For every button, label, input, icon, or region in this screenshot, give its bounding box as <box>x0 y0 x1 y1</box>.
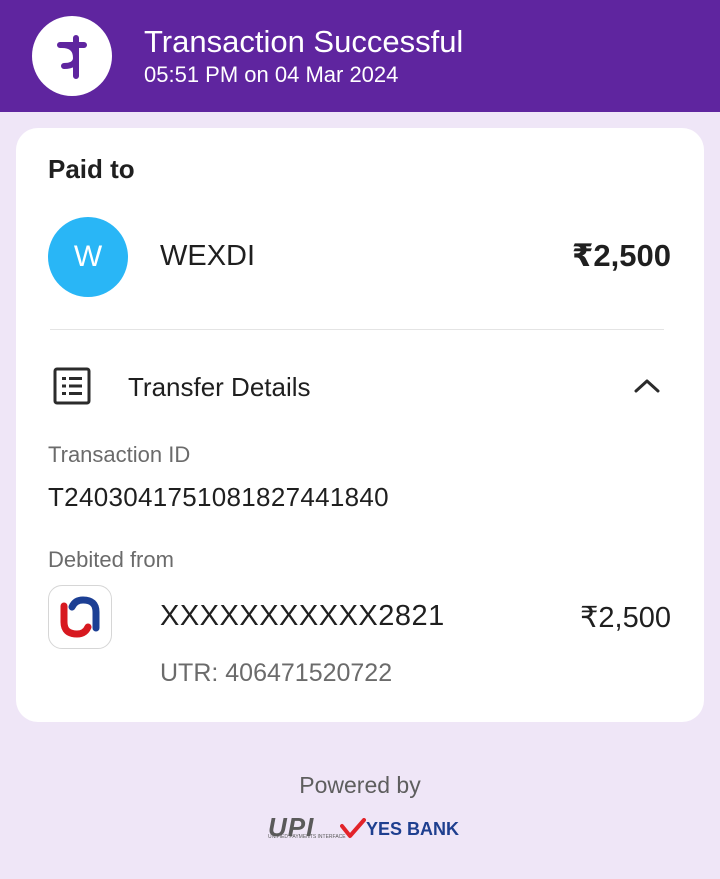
section-divider <box>50 329 664 330</box>
transaction-id-label: Transaction ID <box>48 442 191 467</box>
transfer-details-title[interactable]: Transfer Details <box>128 372 311 403</box>
transaction-status-title: Transaction Successful <box>144 24 464 59</box>
paid-to-label: Paid to <box>48 154 135 184</box>
powered-by-label: Powered by <box>299 772 421 798</box>
transaction-timestamp: 05:51 PM on 04 Mar 2024 <box>144 62 399 87</box>
paid-amount: ₹2,500 <box>571 238 671 273</box>
chevron-up-icon[interactable] <box>632 376 662 401</box>
debit-amount: ₹2,500 <box>579 602 671 634</box>
receipt-list-icon <box>52 366 92 411</box>
transaction-id-value[interactable]: T2403041751081827441840 <box>48 482 389 513</box>
debit-account-number: XXXXXXXXXXX2821 <box>160 600 445 632</box>
debited-from-label: Debited from <box>48 547 174 572</box>
union-bank-logo-icon <box>48 585 112 649</box>
transaction-card: Paid to W WEXDI ₹2,500 Transfer Details … <box>16 128 704 722</box>
yes-bank-logo: YES BANK <box>366 819 460 839</box>
upi-tagline: UNIFIED PAYMENTS INTERFACE <box>268 834 346 840</box>
payee-avatar: W <box>48 217 128 297</box>
status-header: Transaction Successful 05:51 PM on 04 Ma… <box>0 0 720 112</box>
payment-partners: UPI UNIFIED PAYMENTS INTERFACE YES BANK <box>268 812 460 845</box>
phonepe-logo-icon <box>32 16 112 96</box>
payee-name[interactable]: WEXDI <box>160 240 255 273</box>
utr-number[interactable]: UTR: 406471520722 <box>160 659 392 688</box>
yes-bank-check-icon <box>340 818 366 845</box>
